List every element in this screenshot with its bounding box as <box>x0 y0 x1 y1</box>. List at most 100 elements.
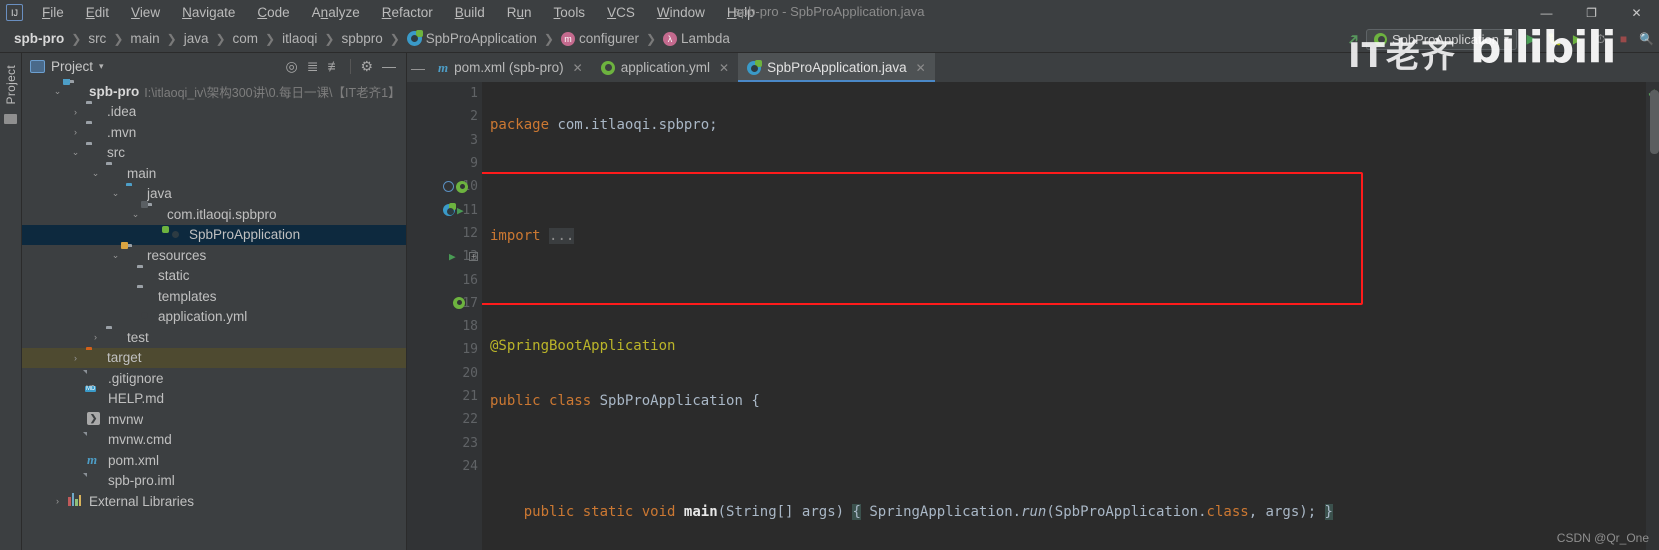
menu-item-analyze[interactable]: Analyze <box>301 2 371 23</box>
tree-item-resources[interactable]: ⌄ resources <box>22 242 406 266</box>
tree-item-static[interactable]: static <box>22 266 406 287</box>
folder-icon <box>86 124 102 140</box>
breadcrumb-item-spbpro[interactable]: spbpro <box>337 30 386 47</box>
minimize-button[interactable]: — <box>1524 0 1569 25</box>
breadcrumb-item-src[interactable]: src <box>84 30 110 47</box>
tree-item-spbproapplication[interactable]: SpbProApplication <box>22 224 406 245</box>
chevron-down-icon[interactable]: ⌄ <box>110 188 121 199</box>
gutter-markers[interactable] <box>443 180 468 193</box>
tab-pom-xml[interactable]: m pom.xml (spb-pro) ✕ <box>429 53 592 82</box>
tab-spbproapplication-java[interactable]: SpbProApplication.java ✕ <box>738 53 935 82</box>
maximize-button[interactable]: ❐ <box>1569 0 1614 25</box>
run-icon[interactable]: ▶ <box>457 204 464 217</box>
code-editor[interactable]: 1 2 3 9 10 ▶ 11 12 ▶ + 13 16 17 18 19 20… <box>407 82 1659 550</box>
breadcrumb-item-itlaoqi[interactable]: itlaoqi <box>278 30 321 47</box>
tree-item-src[interactable]: ⌄ src <box>22 143 406 164</box>
tree-item-pom-xml[interactable]: m pom.xml <box>22 450 406 471</box>
menu-item-vcs[interactable]: VCS <box>596 2 646 23</box>
menu-item-help[interactable]: Help <box>716 2 766 23</box>
breadcrumb-item-com[interactable]: com <box>229 30 263 47</box>
close-icon[interactable]: ✕ <box>573 61 583 75</box>
tree-item-target[interactable]: › target <box>22 347 406 368</box>
breadcrumb-item-main[interactable]: main <box>126 30 163 47</box>
menu-item-code[interactable]: Code <box>246 2 300 23</box>
chevron-right-icon[interactable]: › <box>70 127 81 137</box>
chevron-down-icon[interactable]: ⌄ <box>130 209 141 220</box>
tree-item-label: External Libraries <box>89 493 195 509</box>
spring-bean-icon[interactable] <box>456 180 468 193</box>
tree-item-templates[interactable]: templates <box>22 286 406 307</box>
menu-item-edit[interactable]: Edit <box>75 2 120 23</box>
tree-item-help-md[interactable]: HELP.md <box>22 389 406 410</box>
hide-icon[interactable]: — <box>382 59 396 73</box>
line-number-with-markers: 10 <box>407 175 482 198</box>
tool-window-button-project[interactable]: Project <box>4 65 18 104</box>
tree-item-spb-pro-iml[interactable]: spb-pro.iml <box>22 471 406 492</box>
gutter-markers[interactable]: ▶ <box>449 250 456 263</box>
tree-item-application-yml[interactable]: application.yml <box>22 307 406 328</box>
close-icon[interactable]: ✕ <box>719 61 729 75</box>
editor-marker-strip[interactable]: ✓ <box>1646 82 1659 550</box>
run-button[interactable]: ▶ <box>1523 31 1540 48</box>
chevron-down-icon[interactable]: ⌄ <box>110 250 121 261</box>
spring-bean-icon[interactable] <box>453 297 465 310</box>
menu-item-navigate[interactable]: Navigate <box>171 2 246 23</box>
gutter-markers[interactable] <box>453 297 465 310</box>
close-icon[interactable]: ✕ <box>916 61 926 75</box>
menu-item-run[interactable]: Run <box>496 2 543 23</box>
menu-item-file[interactable]: FFileile <box>31 2 75 23</box>
chevron-down-icon[interactable]: ⌄ <box>52 86 63 97</box>
coverage-icon[interactable]: ▶ <box>1569 31 1586 48</box>
chevron-right-icon[interactable]: › <box>70 353 81 363</box>
breadcrumb-item-method[interactable]: m configurer <box>557 30 643 47</box>
search-icon[interactable] <box>443 181 454 193</box>
run-icon[interactable]: ▶ <box>449 250 456 263</box>
spring-class-icon <box>747 59 763 75</box>
menu-item-view[interactable]: View <box>120 2 171 23</box>
tree-item-spb-pro[interactable]: ⌄ spb-pro I:\itlaoqi_iv\架构300讲\0.每日一课\【I… <box>22 79 406 102</box>
chevron-down-icon[interactable]: ⌄ <box>70 147 81 158</box>
tree-item-java[interactable]: ⌄ java <box>22 184 406 205</box>
chevron-right-icon[interactable]: › <box>90 332 101 342</box>
editor-scrollbar[interactable] <box>1650 90 1659 154</box>
tab-application-yml[interactable]: application.yml ✕ <box>592 53 738 82</box>
menu-item-tools[interactable]: Tools <box>543 2 597 23</box>
hide-tabs-icon[interactable]: — <box>407 53 429 82</box>
gutter-markers[interactable]: ▶ <box>443 203 464 217</box>
breadcrumb-item-java[interactable]: java <box>180 30 213 47</box>
close-button[interactable]: ✕ <box>1614 0 1659 25</box>
fold-expand-icon[interactable]: + <box>469 252 478 262</box>
tree-item-package[interactable]: ⌄ com.itlaoqi.spbpro <box>22 201 406 225</box>
search-icon[interactable]: 🔍 <box>1638 31 1655 48</box>
breadcrumb-item-project[interactable]: spb-pro <box>10 30 68 47</box>
collapse-all-icon[interactable]: ≢ <box>327 59 341 73</box>
breadcrumb-item-class[interactable]: SpbProApplication <box>403 30 541 47</box>
chevron-right-icon[interactable]: › <box>52 496 63 506</box>
menu-item-refactor[interactable]: Refactor <box>371 2 444 23</box>
code-text-area[interactable]: package com.itlaoqi.spbpro; import ... @… <box>482 82 1646 550</box>
tree-item-external-libraries[interactable]: › External Libraries <box>22 491 406 512</box>
chevron-down-icon[interactable]: ▾ <box>99 61 104 72</box>
tree-item-mvnw[interactable]: ❯ mvnw <box>22 409 406 430</box>
expand-all-icon[interactable]: ≣ <box>307 59 319 73</box>
tree-item-test[interactable]: › test <box>22 327 406 348</box>
breadcrumb-item-lambda[interactable]: λ Lambda <box>659 30 734 47</box>
tree-item-mvn[interactable]: › .mvn <box>22 122 406 143</box>
chevron-right-icon[interactable]: › <box>70 107 81 117</box>
tree-item-gitignore[interactable]: .gitignore <box>22 368 406 389</box>
build-icon[interactable]: ➔ <box>1343 28 1365 50</box>
tree-item-idea[interactable]: › .idea <box>22 102 406 123</box>
gear-icon[interactable]: ⚙ <box>360 59 373 73</box>
menu-item-window[interactable]: Window <box>646 2 716 23</box>
profiler-icon[interactable]: ⏱ <box>1592 31 1609 48</box>
editor-gutter[interactable]: 1 2 3 9 10 ▶ 11 12 ▶ + 13 16 17 18 19 20… <box>407 82 482 550</box>
menu-item-build[interactable]: Build <box>444 2 496 23</box>
spring-class-icon[interactable] <box>443 203 456 217</box>
run-configuration-selector[interactable]: SpbProApplication ▾ <box>1366 28 1517 50</box>
stop-icon[interactable]: ■ <box>1615 31 1632 48</box>
locate-icon[interactable]: ◎ <box>285 59 297 73</box>
chevron-down-icon[interactable]: ⌄ <box>90 168 101 179</box>
tree-item-main[interactable]: ⌄ main <box>22 163 406 184</box>
tree-item-mvnw-cmd[interactable]: mvnw.cmd <box>22 430 406 451</box>
debug-icon[interactable]: 🐛 <box>1546 31 1563 48</box>
